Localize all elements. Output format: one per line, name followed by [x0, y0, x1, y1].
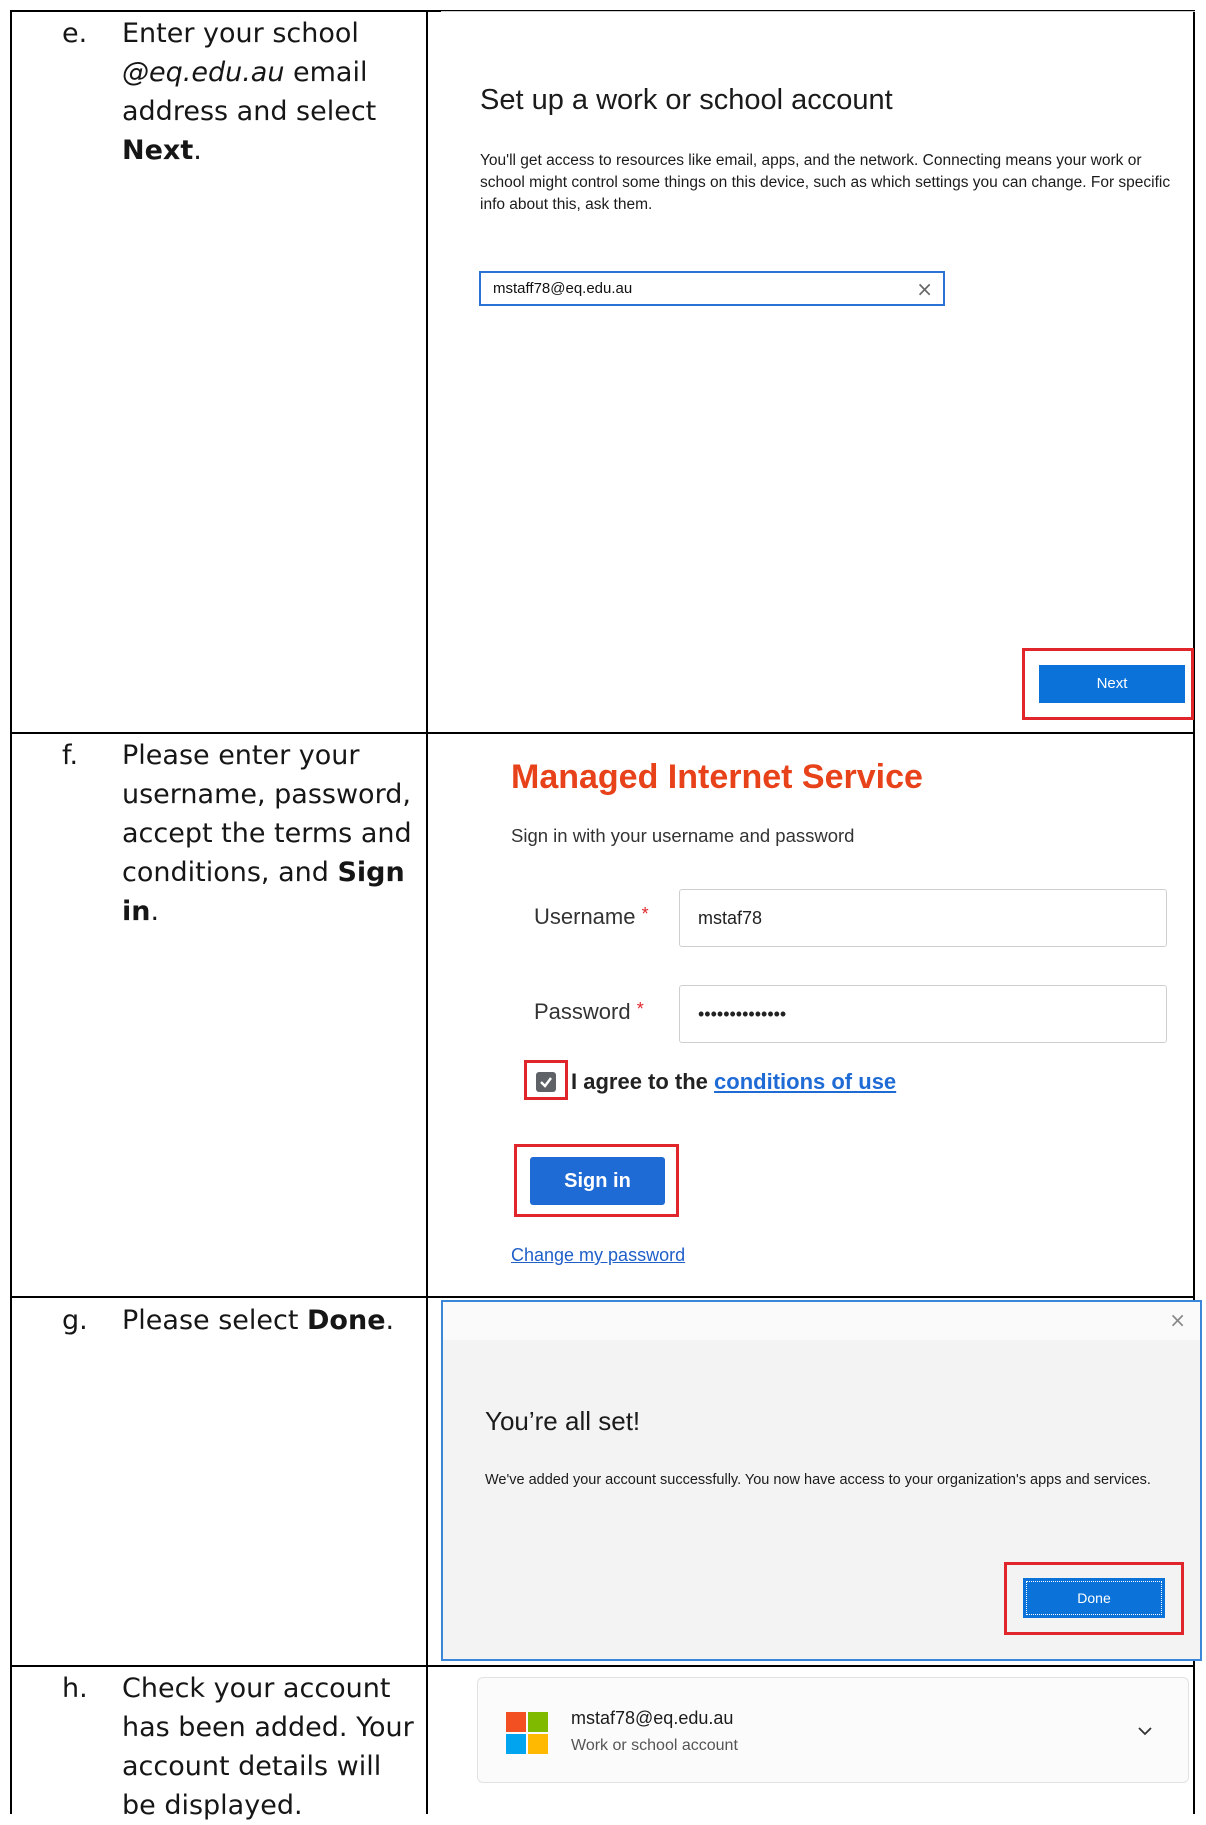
table-row-divider — [10, 1665, 1195, 1667]
close-icon[interactable]: × — [1169, 1308, 1186, 1332]
chevron-down-icon[interactable] — [1132, 1718, 1158, 1744]
step-g-instruction: g. Please select Done. — [62, 1301, 412, 1351]
required-asterisk: * — [636, 999, 644, 1019]
username-field[interactable] — [698, 890, 1138, 946]
microsoft-logo-icon — [506, 1712, 548, 1754]
username-field-box[interactable] — [679, 889, 1167, 947]
email-field[interactable] — [493, 273, 893, 304]
account-card[interactable] — [477, 1677, 1189, 1783]
table-column-divider — [426, 10, 428, 1814]
username-label-text: Username — [534, 904, 636, 929]
step-text: Please select Done. — [122, 1301, 422, 1340]
step-text-part: Enter your school — [122, 18, 359, 49]
step-h-instruction: h. Check your account has been added. Yo… — [62, 1669, 414, 1821]
step-emphasis: Done — [307, 1305, 386, 1336]
dialog-title-bar: × — [443, 1302, 1200, 1340]
clear-icon[interactable]: × — [916, 276, 933, 302]
step-text: Please enter your username, password, ac… — [122, 736, 422, 931]
username-label: Username * — [534, 904, 649, 930]
logo-square-green — [528, 1712, 548, 1732]
step-text: Check your account has been added. Your … — [122, 1673, 414, 1821]
logo-square-yellow — [528, 1734, 548, 1754]
email-domain-text: @eq.edu.au — [122, 57, 285, 88]
email-input-box[interactable]: × — [479, 271, 945, 306]
step-letter: f. — [62, 740, 79, 771]
sign-in-button[interactable]: Sign in — [530, 1157, 665, 1205]
screenshot-top-border — [441, 11, 1195, 12]
agree-text: I agree to the conditions of use — [571, 1069, 896, 1095]
password-label: Password * — [534, 999, 644, 1025]
step-text-part: Please select — [122, 1305, 308, 1336]
step-text: Enter your school @eq.edu.au email addre… — [122, 14, 422, 170]
password-label-text: Password — [534, 999, 631, 1024]
dialog-title: You’re all set! — [485, 1406, 641, 1436]
account-email: mstaf78@eq.edu.au — [571, 1708, 734, 1728]
account-type: Work or school account — [571, 1737, 738, 1754]
table-row-divider — [10, 1296, 1195, 1298]
signin-subtitle: Sign in with your username and password — [511, 825, 855, 846]
step-e-instruction: e. Enter your school @eq.edu.au email ad… — [62, 14, 412, 174]
done-button[interactable]: Done — [1023, 1578, 1165, 1618]
required-asterisk: * — [641, 904, 649, 924]
step-letter: h. — [62, 1673, 88, 1704]
step-text-part: . — [150, 896, 160, 927]
step-letter: g. — [62, 1305, 88, 1336]
step-f-instruction: f. Please enter your username, password,… — [62, 736, 412, 936]
step-letter: e. — [62, 18, 88, 49]
checkmark-icon — [540, 1077, 552, 1088]
change-password-link[interactable]: Change my password — [511, 1245, 685, 1266]
table-border-left — [10, 10, 12, 1814]
step-text-part: . — [385, 1305, 395, 1336]
service-title: Managed Internet Service — [511, 758, 923, 796]
step-text-part: . — [193, 135, 202, 166]
next-button[interactable]: Next — [1039, 665, 1185, 703]
step-emphasis: Next — [122, 135, 194, 166]
conditions-of-use-link[interactable]: conditions of use — [714, 1069, 896, 1094]
table-row-divider — [10, 732, 1195, 734]
agree-checkbox[interactable] — [536, 1072, 556, 1092]
password-field-box[interactable] — [679, 985, 1167, 1043]
agree-label: I agree to the — [571, 1069, 715, 1094]
page-title: Set up a work or school account — [480, 84, 893, 116]
logo-square-red — [506, 1712, 526, 1732]
dialog-description: We've added your account successfully. Y… — [485, 1472, 1151, 1488]
logo-square-blue — [506, 1734, 526, 1754]
description-text: You'll get access to resources like emai… — [480, 152, 1171, 213]
password-field[interactable] — [698, 986, 1138, 1042]
